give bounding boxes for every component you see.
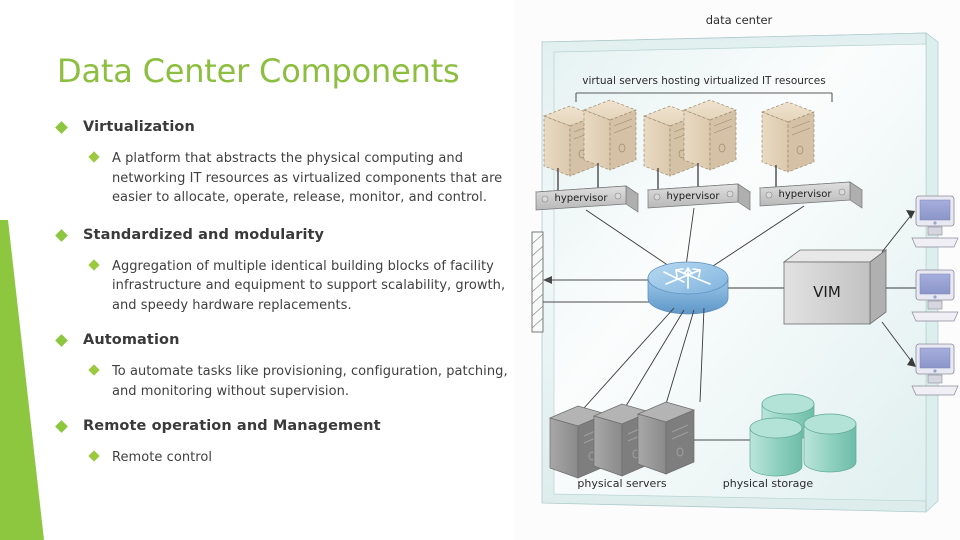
virtual-server-icon <box>683 99 737 171</box>
bullet-detail-label: Remote control <box>112 450 213 465</box>
bullet-heading-automation: Automation <box>55 331 527 350</box>
virtual-server-icon <box>583 99 637 171</box>
physical-server-3 <box>636 401 696 475</box>
diamond-bullet-icon <box>55 420 68 433</box>
physical-storage-right <box>803 413 857 473</box>
virtual-server-icon <box>761 101 815 173</box>
hypervisor-label: hypervisor <box>778 189 832 200</box>
hypervisor-label: hypervisor <box>554 193 608 204</box>
diamond-bullet-icon <box>88 364 100 376</box>
virtual-servers-label: virtual servers hosting virtualized IT r… <box>582 75 825 87</box>
workstation-2 <box>911 269 959 322</box>
diamond-bullet-icon <box>55 121 68 134</box>
bullet-detail-label: Aggregation of multiple identical buildi… <box>112 258 506 313</box>
bullet-detail-virtualization: A platform that abstracts the physical c… <box>57 149 527 208</box>
bullet-detail-automation: To automate tasks like provisioning, con… <box>57 362 527 401</box>
router-icon <box>647 261 729 315</box>
vim-box: VIM <box>782 249 888 325</box>
vim-label: VIM <box>813 283 841 301</box>
bullet-heading-remote-operation: Remote operation and Management <box>55 417 527 436</box>
diamond-bullet-icon <box>55 334 68 347</box>
bullet-heading-standardized: Standardized and modularity <box>55 226 527 245</box>
diamond-bullet-icon <box>88 450 100 462</box>
diamond-bullet-icon <box>88 151 100 163</box>
bullet-heading-label: Remote operation and Management <box>83 418 381 434</box>
bullet-heading-label: Standardized and modularity <box>83 226 325 243</box>
bullet-detail-standardized: Aggregation of multiple identical buildi… <box>57 257 527 316</box>
bullet-content: Virtualization A platform that abstracts… <box>55 118 527 470</box>
workstation-3 <box>911 343 959 396</box>
diagram-title: data center <box>706 13 773 27</box>
workstation-1 <box>911 195 959 248</box>
firewall-icon <box>531 231 544 333</box>
bullet-detail-label: To automate tasks like provisioning, con… <box>112 364 508 399</box>
physical-storage-left <box>749 417 803 477</box>
page-title: Data Center Components <box>57 52 460 90</box>
bullet-detail-label: A platform that abstracts the physical c… <box>112 151 503 205</box>
physical-servers-label: physical servers <box>577 477 666 490</box>
data-center-diagram: data center virtual servers hosting virt… <box>514 0 960 540</box>
bullet-detail-remote-operation: Remote control <box>57 448 527 468</box>
bullet-heading-label: Automation <box>83 332 180 348</box>
diamond-bullet-icon <box>88 258 100 271</box>
diamond-bullet-icon <box>55 228 68 242</box>
slide-root: Data Center Components Virtualization A … <box>0 0 960 540</box>
data-center-diagram-svg: data center virtual servers hosting virt… <box>514 0 960 540</box>
hypervisor-label: hypervisor <box>666 191 720 202</box>
physical-storage-label: physical storage <box>723 477 814 490</box>
bullet-heading-label: Virtualization <box>83 119 195 135</box>
bullet-heading-virtualization: Virtualization <box>55 118 527 137</box>
